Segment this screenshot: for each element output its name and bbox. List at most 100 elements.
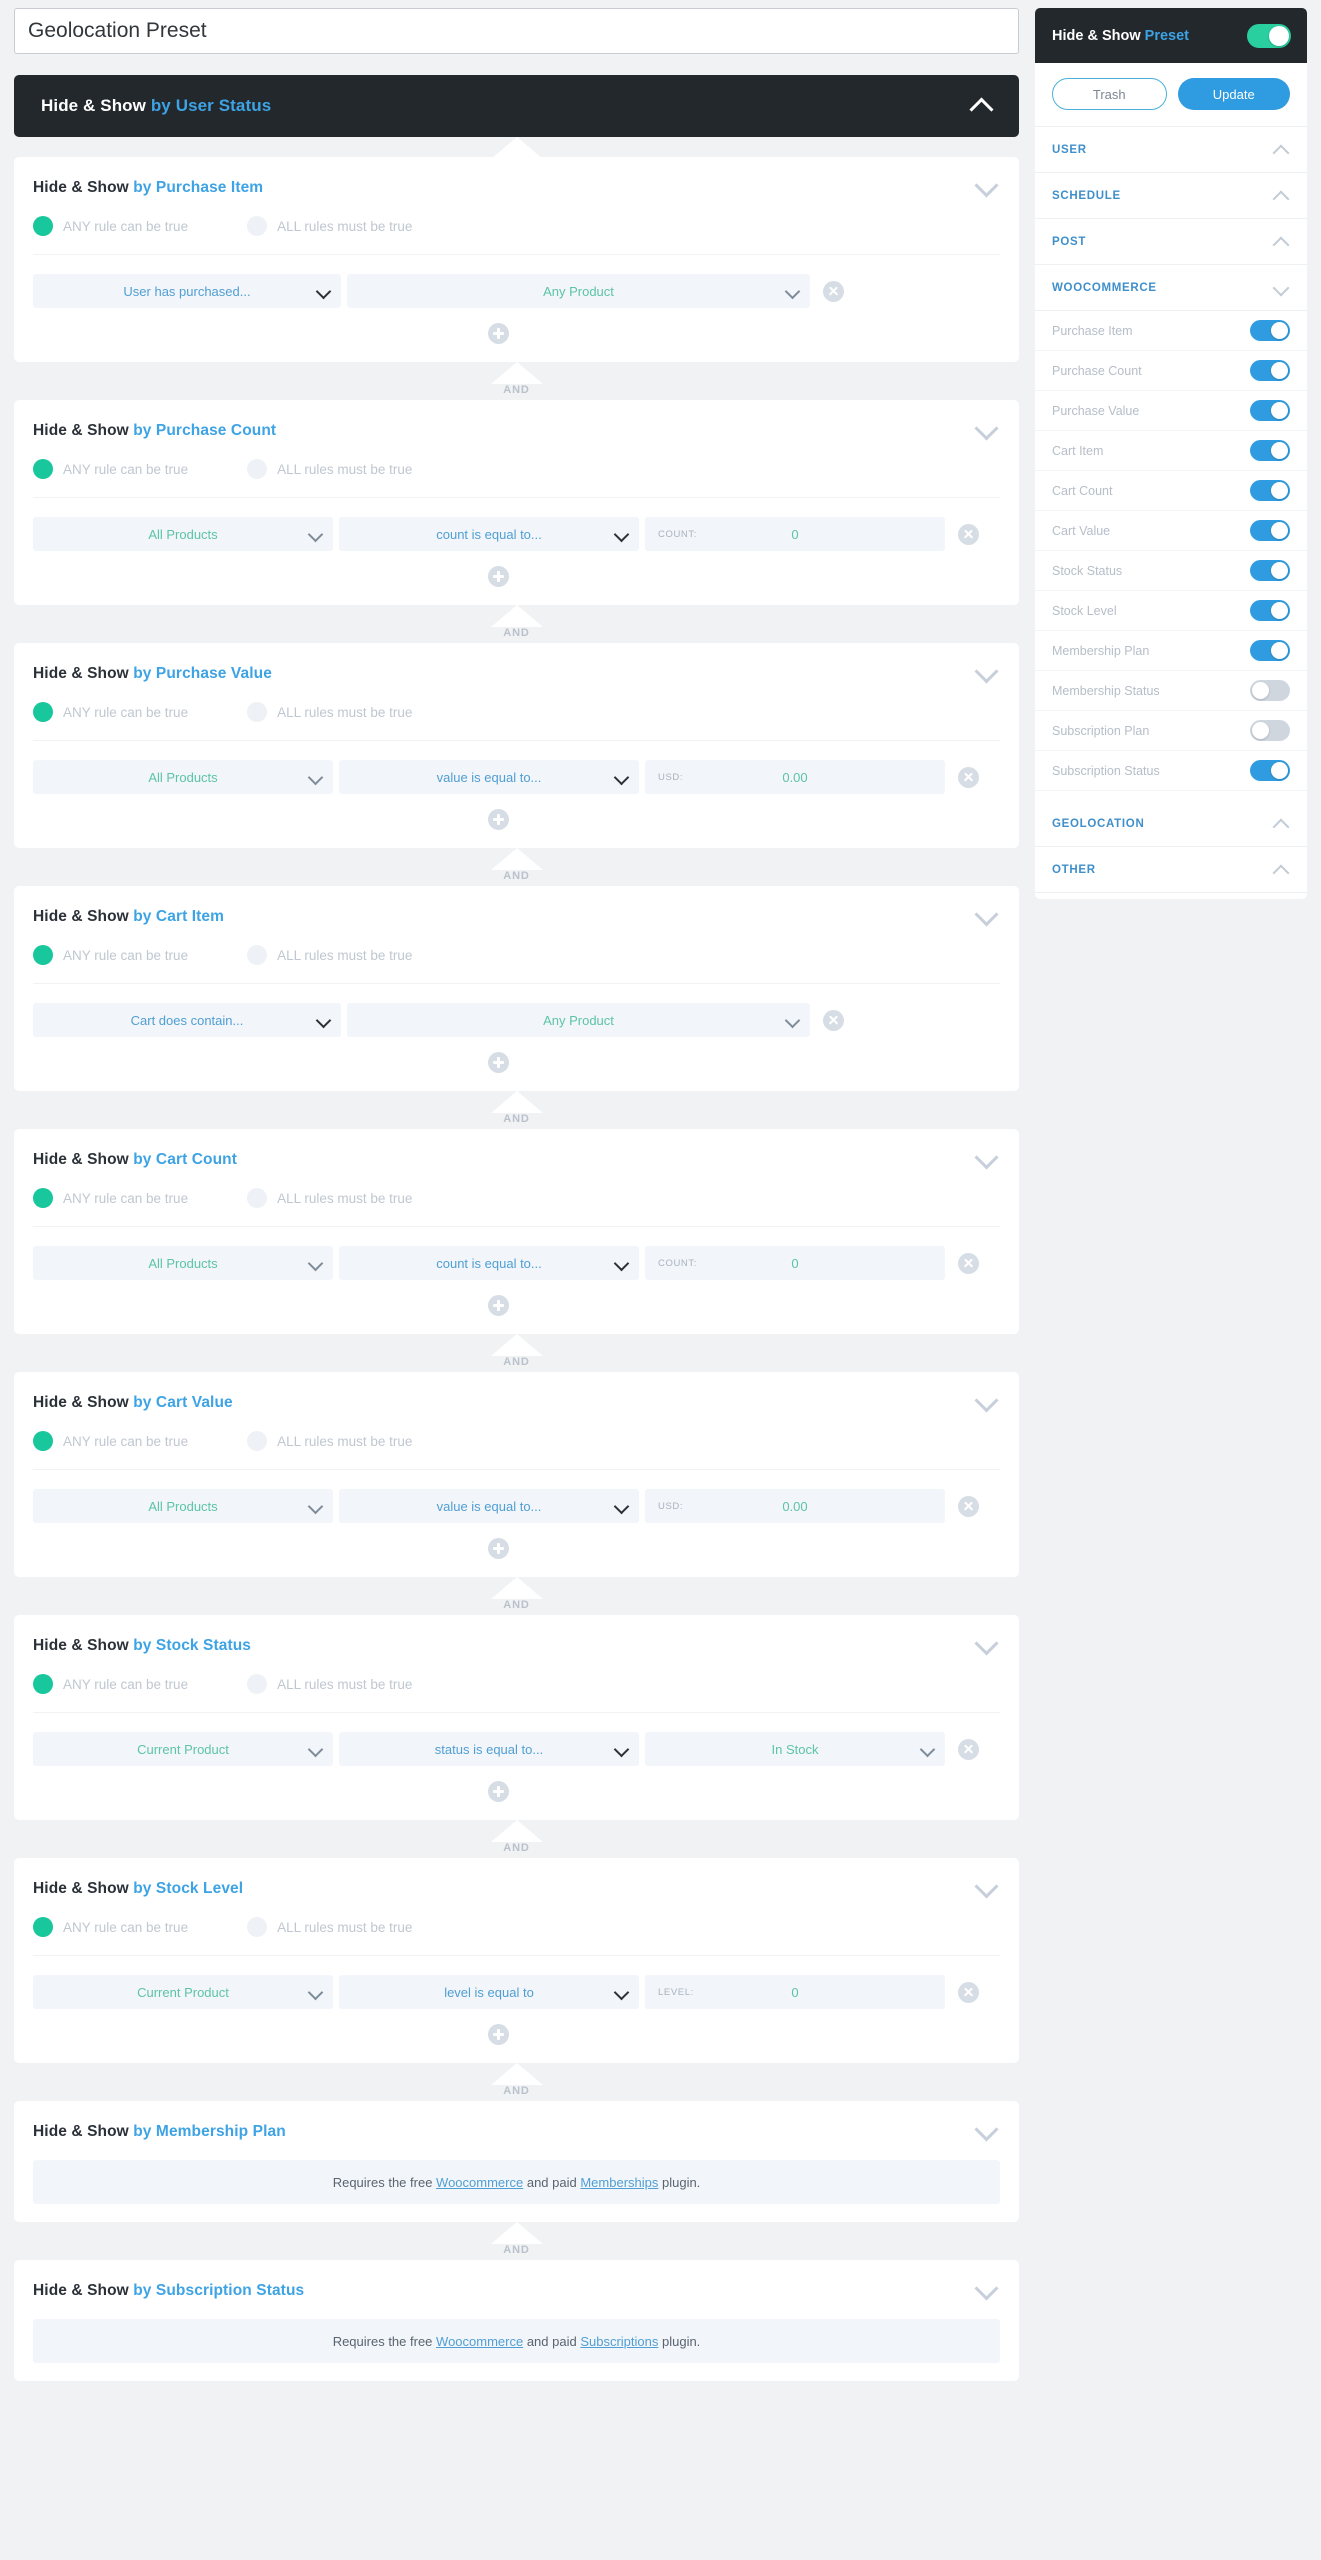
close-circle-icon[interactable] [958, 523, 979, 545]
radio-dot-all[interactable] [247, 1431, 268, 1451]
chevron-down-icon[interactable] [613, 1741, 630, 1758]
radio-dot-any[interactable] [33, 1674, 53, 1694]
radio-any-rule[interactable]: ANY rule can be true [33, 1917, 188, 1937]
preset-master-toggle[interactable] [1247, 23, 1291, 48]
radio-any-rule[interactable]: ANY rule can be true [33, 945, 188, 965]
radio-dot-any[interactable] [33, 945, 53, 965]
plus-circle-icon[interactable] [488, 1295, 509, 1316]
plus-circle-icon[interactable] [488, 1781, 509, 1802]
radio-dot-any[interactable] [33, 1917, 53, 1937]
plus-circle-icon[interactable] [488, 2024, 509, 2045]
chevron-down-icon[interactable] [307, 1741, 324, 1758]
radio-any-rule[interactable]: ANY rule can be true [33, 459, 188, 479]
sidebar-item-toggle[interactable] [1250, 360, 1290, 381]
sidebar-item-toggle[interactable] [1250, 480, 1290, 501]
chevron-down-icon[interactable] [613, 1984, 630, 2001]
sidebar-item-toggle[interactable] [1250, 440, 1290, 461]
rule-select-0[interactable]: All Products [33, 1246, 333, 1280]
plus-circle-icon[interactable] [488, 809, 509, 830]
sidebar-item-membership-plan[interactable]: Membership Plan [1035, 631, 1307, 671]
chevron-down-icon[interactable] [613, 769, 630, 786]
sidebar-item-toggle[interactable] [1250, 720, 1290, 741]
radio-any-rule[interactable]: ANY rule can be true [33, 1674, 188, 1694]
sidebar-item-subscription-plan[interactable]: Subscription Plan [1035, 711, 1307, 751]
rule-number-field-2[interactable]: COUNT: 0 [645, 517, 945, 551]
sidebar-item-toggle[interactable] [1250, 520, 1290, 541]
radio-all-rules[interactable]: ALL rules must be true [247, 216, 412, 236]
notice-link-woocommerce[interactable]: Woocommerce [436, 2334, 523, 2349]
update-button[interactable]: Update [1177, 78, 1290, 110]
close-circle-icon[interactable] [958, 1252, 979, 1274]
close-circle-icon[interactable] [823, 1009, 844, 1031]
sidebar-item-membership-status[interactable]: Membership Status [1035, 671, 1307, 711]
notice-link-woocommerce[interactable]: Woocommerce [436, 2175, 523, 2190]
chevron-up-icon[interactable] [1274, 865, 1290, 875]
chevron-down-icon[interactable] [307, 769, 324, 786]
radio-any-rule[interactable]: ANY rule can be true [33, 702, 188, 722]
plus-circle-icon[interactable] [488, 1538, 509, 1559]
chevron-down-icon[interactable] [307, 1984, 324, 2001]
chevron-up-icon[interactable] [969, 98, 995, 114]
chevron-down-icon[interactable] [974, 2280, 1000, 2296]
sidebar-section-other[interactable]: OTHER [1035, 847, 1307, 893]
chevron-down-icon[interactable] [974, 177, 1000, 193]
chevron-down-icon[interactable] [974, 2121, 1000, 2137]
close-circle-icon[interactable] [823, 280, 844, 302]
radio-dot-all[interactable] [247, 1674, 268, 1694]
radio-dot-all[interactable] [247, 702, 268, 722]
notice-link-plugin[interactable]: Subscriptions [580, 2334, 658, 2349]
rule-number-field-2[interactable]: COUNT: 0 [645, 1246, 945, 1280]
close-circle-icon[interactable] [958, 1495, 979, 1517]
plus-circle-icon[interactable] [488, 323, 509, 344]
rule-select-0[interactable]: All Products [33, 517, 333, 551]
chevron-down-icon[interactable] [919, 1741, 936, 1758]
close-circle-icon[interactable] [958, 1738, 979, 1760]
chevron-up-icon[interactable] [1274, 237, 1290, 247]
rule-select-1[interactable]: level is equal to [339, 1975, 639, 2009]
rule-select-1[interactable]: status is equal to... [339, 1732, 639, 1766]
plus-circle-icon[interactable] [488, 1052, 509, 1073]
chevron-up-icon[interactable] [1274, 819, 1290, 829]
sidebar-item-cart-count[interactable]: Cart Count [1035, 471, 1307, 511]
radio-all-rules[interactable]: ALL rules must be true [247, 945, 412, 965]
rule-select-0[interactable]: Current Product [33, 1975, 333, 2009]
sidebar-item-purchase-value[interactable]: Purchase Value [1035, 391, 1307, 431]
radio-any-rule[interactable]: ANY rule can be true [33, 216, 188, 236]
radio-all-rules[interactable]: ALL rules must be true [247, 1188, 412, 1208]
radio-dot-any[interactable] [33, 1431, 53, 1451]
chevron-down-icon[interactable] [307, 526, 324, 543]
sidebar-item-toggle[interactable] [1250, 400, 1290, 421]
radio-any-rule[interactable]: ANY rule can be true [33, 1188, 188, 1208]
radio-all-rules[interactable]: ALL rules must be true [247, 1431, 412, 1451]
chevron-up-icon[interactable] [1274, 191, 1290, 201]
rule-select-0[interactable]: Cart does contain... [33, 1003, 341, 1037]
close-circle-icon[interactable] [958, 766, 979, 788]
plus-circle-icon[interactable] [488, 566, 509, 587]
radio-dot-any[interactable] [33, 459, 53, 479]
chevron-down-icon[interactable] [613, 1255, 630, 1272]
sidebar-section-schedule[interactable]: SCHEDULE [1035, 173, 1307, 219]
sidebar-item-cart-item[interactable]: Cart Item [1035, 431, 1307, 471]
rule-select-0[interactable]: All Products [33, 760, 333, 794]
radio-any-rule[interactable]: ANY rule can be true [33, 1431, 188, 1451]
sidebar-section-woocommerce[interactable]: WOOCOMMERCE [1035, 265, 1307, 311]
chevron-down-icon[interactable] [784, 1012, 801, 1029]
sidebar-section-post[interactable]: POST [1035, 219, 1307, 265]
sidebar-item-stock-level[interactable]: Stock Level [1035, 591, 1307, 631]
close-circle-icon[interactable] [958, 1981, 979, 2003]
rule-select-1[interactable]: value is equal to... [339, 760, 639, 794]
sidebar-item-subscription-status[interactable]: Subscription Status [1035, 751, 1307, 791]
chevron-up-icon[interactable] [1274, 145, 1290, 155]
chevron-down-icon[interactable] [784, 283, 801, 300]
radio-dot-all[interactable] [247, 1188, 268, 1208]
chevron-down-icon[interactable] [974, 1878, 1000, 1894]
rule-select-0[interactable]: User has purchased... [33, 274, 341, 308]
radio-all-rules[interactable]: ALL rules must be true [247, 702, 412, 722]
trash-button[interactable]: Trash [1052, 78, 1167, 110]
chevron-down-icon[interactable] [307, 1498, 324, 1515]
active-rule-bar[interactable]: Hide & Show by User Status [14, 75, 1019, 137]
sidebar-item-stock-status[interactable]: Stock Status [1035, 551, 1307, 591]
sidebar-item-toggle[interactable] [1250, 320, 1290, 341]
sidebar-item-purchase-count[interactable]: Purchase Count [1035, 351, 1307, 391]
sidebar-item-toggle[interactable] [1250, 600, 1290, 621]
